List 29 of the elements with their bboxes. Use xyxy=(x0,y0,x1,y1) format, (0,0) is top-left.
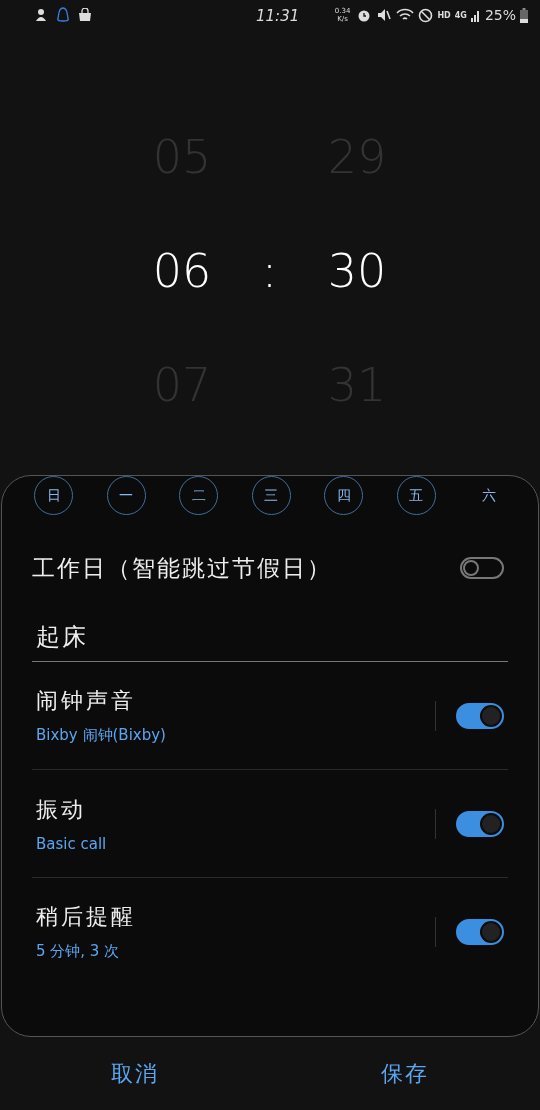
weekday-toggle[interactable]: 六 xyxy=(469,476,508,515)
blocked-icon xyxy=(418,7,434,23)
clock-time: 11:31 xyxy=(256,7,300,25)
minute-value[interactable]: 30 xyxy=(317,244,397,298)
alarm-name-field[interactable]: 起床 xyxy=(32,621,508,662)
setting-switch[interactable] xyxy=(456,918,504,945)
setting-title[interactable]: 振动 xyxy=(36,794,435,825)
network-label: 4G xyxy=(454,10,467,20)
hour-value[interactable]: 06 xyxy=(142,244,222,298)
setting-title[interactable]: 闹钟声音 xyxy=(36,686,435,716)
setting-value[interactable]: Bixby 闹钟(Bixby) xyxy=(36,726,435,745)
workday-label: 工作日（智能跳过节假日） xyxy=(32,553,332,583)
setting-switch[interactable] xyxy=(456,810,504,837)
save-button[interactable]: 保存 xyxy=(270,1037,540,1110)
setting-value[interactable]: 5 分钟, 3 次 xyxy=(36,942,435,961)
signal-icon xyxy=(470,8,481,22)
setting-switch[interactable] xyxy=(456,702,504,729)
shopping-bag-icon xyxy=(78,8,92,22)
setting-value[interactable]: Basic call xyxy=(36,834,435,853)
workday-switch[interactable] xyxy=(460,557,504,579)
setting-title[interactable]: 稍后提醒 xyxy=(36,902,435,932)
wifi-icon xyxy=(396,7,415,23)
battery-icon xyxy=(520,7,528,23)
battery-percent: 25% xyxy=(484,7,516,23)
hd-label: HD xyxy=(437,10,451,20)
cancel-button[interactable]: 取消 xyxy=(0,1037,270,1110)
mute-icon xyxy=(376,7,393,23)
time-separator: : xyxy=(260,244,279,298)
person-icon xyxy=(34,8,48,22)
